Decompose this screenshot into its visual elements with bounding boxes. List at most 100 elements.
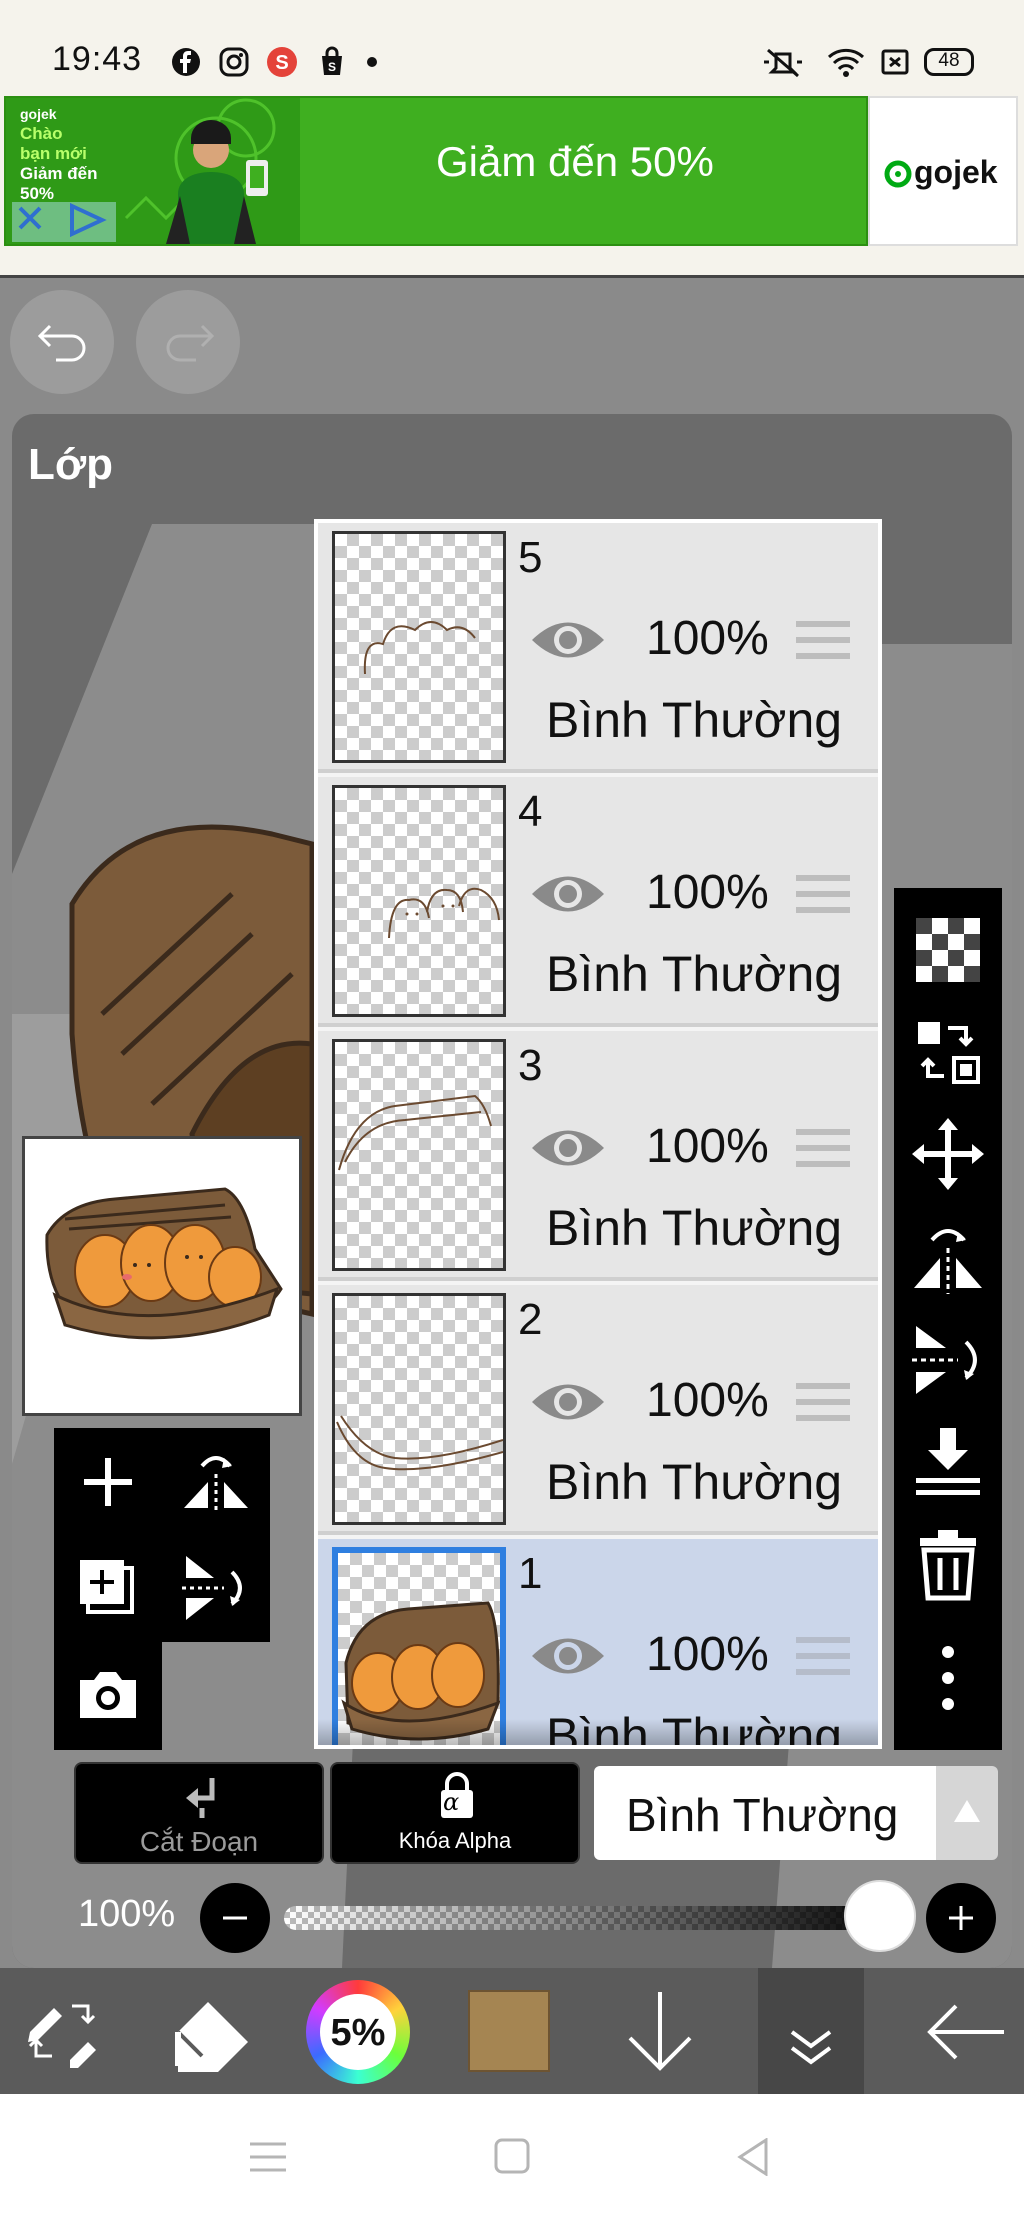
layer-opacity: 100%	[646, 1120, 769, 1173]
ad-banner[interactable]: gojek Chào bạn mới Giảm đến 50% Giảm đến…	[0, 92, 1024, 278]
undo-button[interactable]	[10, 290, 114, 394]
layers-toggle-button[interactable]	[758, 1968, 864, 2094]
layer-row[interactable]: 5 100% Bình Thường	[318, 523, 878, 773]
preview-drawing	[45, 1187, 283, 1340]
ad-headline: Giảm đến 50%	[436, 138, 714, 185]
drag-handle-icon[interactable]	[796, 873, 850, 915]
ad-brand: gojek	[914, 154, 998, 190]
gojek-logo-icon	[884, 160, 912, 188]
alpha-lock-label: Khóa Alpha	[398, 1828, 512, 1853]
swap-layer-icon[interactable]	[908, 1012, 988, 1092]
flip-horizontal-icon[interactable]	[908, 1218, 988, 1298]
visibility-eye-icon[interactable]	[530, 615, 606, 665]
triangle-up-icon	[954, 1800, 980, 1822]
drag-handle-icon[interactable]	[796, 1635, 850, 1677]
layer-list[interactable]: 5 100% Bình Thường 4 100% Bình Thường 3 …	[314, 519, 882, 1749]
undo-icon	[37, 324, 86, 362]
ad-image[interactable]: gojek Chào bạn mới Giảm đến 50% Giảm đến…	[4, 96, 868, 246]
transparency-icon[interactable]	[908, 910, 988, 990]
layer-row[interactable]: 2 100% Bình Thường	[318, 1285, 878, 1535]
ad-line-2: bạn mới	[20, 144, 87, 163]
chevron-double-down-icon	[790, 2030, 832, 2065]
eraser-button[interactable]	[152, 1968, 272, 2094]
clipping-button[interactable]: Cắt Đoạn	[74, 1762, 324, 1864]
flip-h-rotate-icon[interactable]	[178, 1444, 254, 1520]
color-wheel-button[interactable]: 5%	[298, 1968, 418, 2094]
move-icon[interactable]	[908, 1114, 988, 1194]
clip-arrow-icon	[186, 1778, 215, 1818]
eraser-icon	[175, 2002, 248, 2072]
bottom-toolbar: 5%	[0, 1968, 1024, 2094]
alpha-lock-button[interactable]: α Khóa Alpha	[330, 1762, 580, 1864]
layer-row-selected[interactable]: 1 100% Bình Thường	[318, 1539, 878, 1745]
mute-icon	[764, 48, 802, 78]
opacity-slider-thumb[interactable]	[844, 1880, 916, 1952]
blend-mode-value: Bình Thường	[626, 1789, 899, 1841]
drag-handle-icon[interactable]	[796, 1381, 850, 1423]
opacity-slider[interactable]	[284, 1906, 904, 1930]
layer-thumbnail[interactable]	[332, 1293, 506, 1525]
trash-icon[interactable]	[908, 1524, 988, 1604]
opacity-increase-button[interactable]	[926, 1883, 996, 1953]
visibility-eye-icon[interactable]	[530, 869, 606, 919]
battery-level: 48	[938, 50, 960, 71]
more-icon[interactable]	[908, 1638, 988, 1718]
flip-vertical-icon[interactable]	[908, 1320, 988, 1400]
drag-handle-icon[interactable]	[796, 619, 850, 661]
canvas-preview[interactable]	[22, 1136, 302, 1416]
arrow-down-button[interactable]	[600, 1968, 720, 2094]
tools-swap-button[interactable]	[2, 1968, 122, 2094]
back-arrow-button[interactable]	[904, 1968, 1024, 2094]
layer-number: 5	[518, 533, 543, 582]
layer-thumbnail[interactable]	[332, 785, 506, 1017]
redo-icon	[166, 324, 215, 362]
battery-icon: 48	[924, 48, 974, 76]
layer-thumbnail[interactable]	[332, 1039, 506, 1271]
layer-number: 3	[518, 1041, 543, 1090]
ad-line-4: 50%	[20, 184, 55, 203]
layer-row[interactable]: 3 100% Bình Thường	[318, 1031, 878, 1281]
layer-blend-mode: Bình Thường	[546, 1454, 843, 1510]
status-time: 19:43	[52, 40, 143, 78]
color-wheel-icon: 5%	[306, 1980, 410, 2084]
plus-icon	[949, 1906, 973, 1930]
ad-left-visual: gojek Chào bạn mới Giảm đến 50%	[6, 98, 300, 244]
layer-2-sketch	[336, 1415, 503, 1471]
opacity-decrease-button[interactable]	[200, 1883, 270, 1953]
home-icon[interactable]	[494, 2138, 530, 2174]
wifi-icon	[827, 48, 865, 77]
layer-opacity: 100%	[646, 612, 769, 665]
layer-number: 1	[518, 1549, 543, 1598]
blend-mode-select[interactable]: Bình Thường	[594, 1766, 936, 1860]
redo-button[interactable]	[136, 290, 240, 394]
right-toolbar	[894, 888, 1002, 1750]
flip-v-rotate-icon[interactable]	[178, 1550, 254, 1626]
ad-logo[interactable]: gojek	[868, 96, 1018, 246]
minus-icon	[223, 1916, 247, 1920]
layer-number: 4	[518, 787, 543, 836]
camera-icon[interactable]	[70, 1656, 146, 1732]
layer-thumbnail[interactable]	[332, 531, 506, 763]
opacity-slider-gradient	[284, 1906, 904, 1930]
layer-row[interactable]: 4 100% Bình Thường	[318, 777, 878, 1027]
add-copy-icon[interactable]	[70, 1550, 146, 1626]
add-layer-icon[interactable]	[70, 1444, 146, 1520]
visibility-eye-icon[interactable]	[530, 1377, 606, 1427]
color-swatch-button[interactable]	[448, 1968, 568, 2094]
color-swatch-icon	[468, 1990, 550, 2072]
color-wheel-center: 5%	[320, 1994, 396, 2070]
layer-opacity: 100%	[646, 866, 769, 919]
visibility-eye-icon[interactable]	[530, 1123, 606, 1173]
menu-icon[interactable]	[250, 2140, 286, 2174]
back-icon[interactable]	[736, 2138, 770, 2176]
blend-mode-dropdown-button[interactable]	[936, 1766, 998, 1860]
layer-blend-mode: Bình Thường	[546, 946, 843, 1002]
system-nav-bar	[0, 2094, 1024, 2219]
merge-down-icon[interactable]	[908, 1422, 988, 1502]
drag-handle-icon[interactable]	[796, 1127, 850, 1169]
visibility-eye-icon[interactable]	[530, 1631, 606, 1681]
tools-swap-icon	[28, 2004, 96, 2068]
clipping-label: Cắt Đoạn	[139, 1826, 259, 1857]
instagram-icon	[219, 47, 249, 77]
color-wheel-label: 5%	[330, 2012, 386, 2054]
